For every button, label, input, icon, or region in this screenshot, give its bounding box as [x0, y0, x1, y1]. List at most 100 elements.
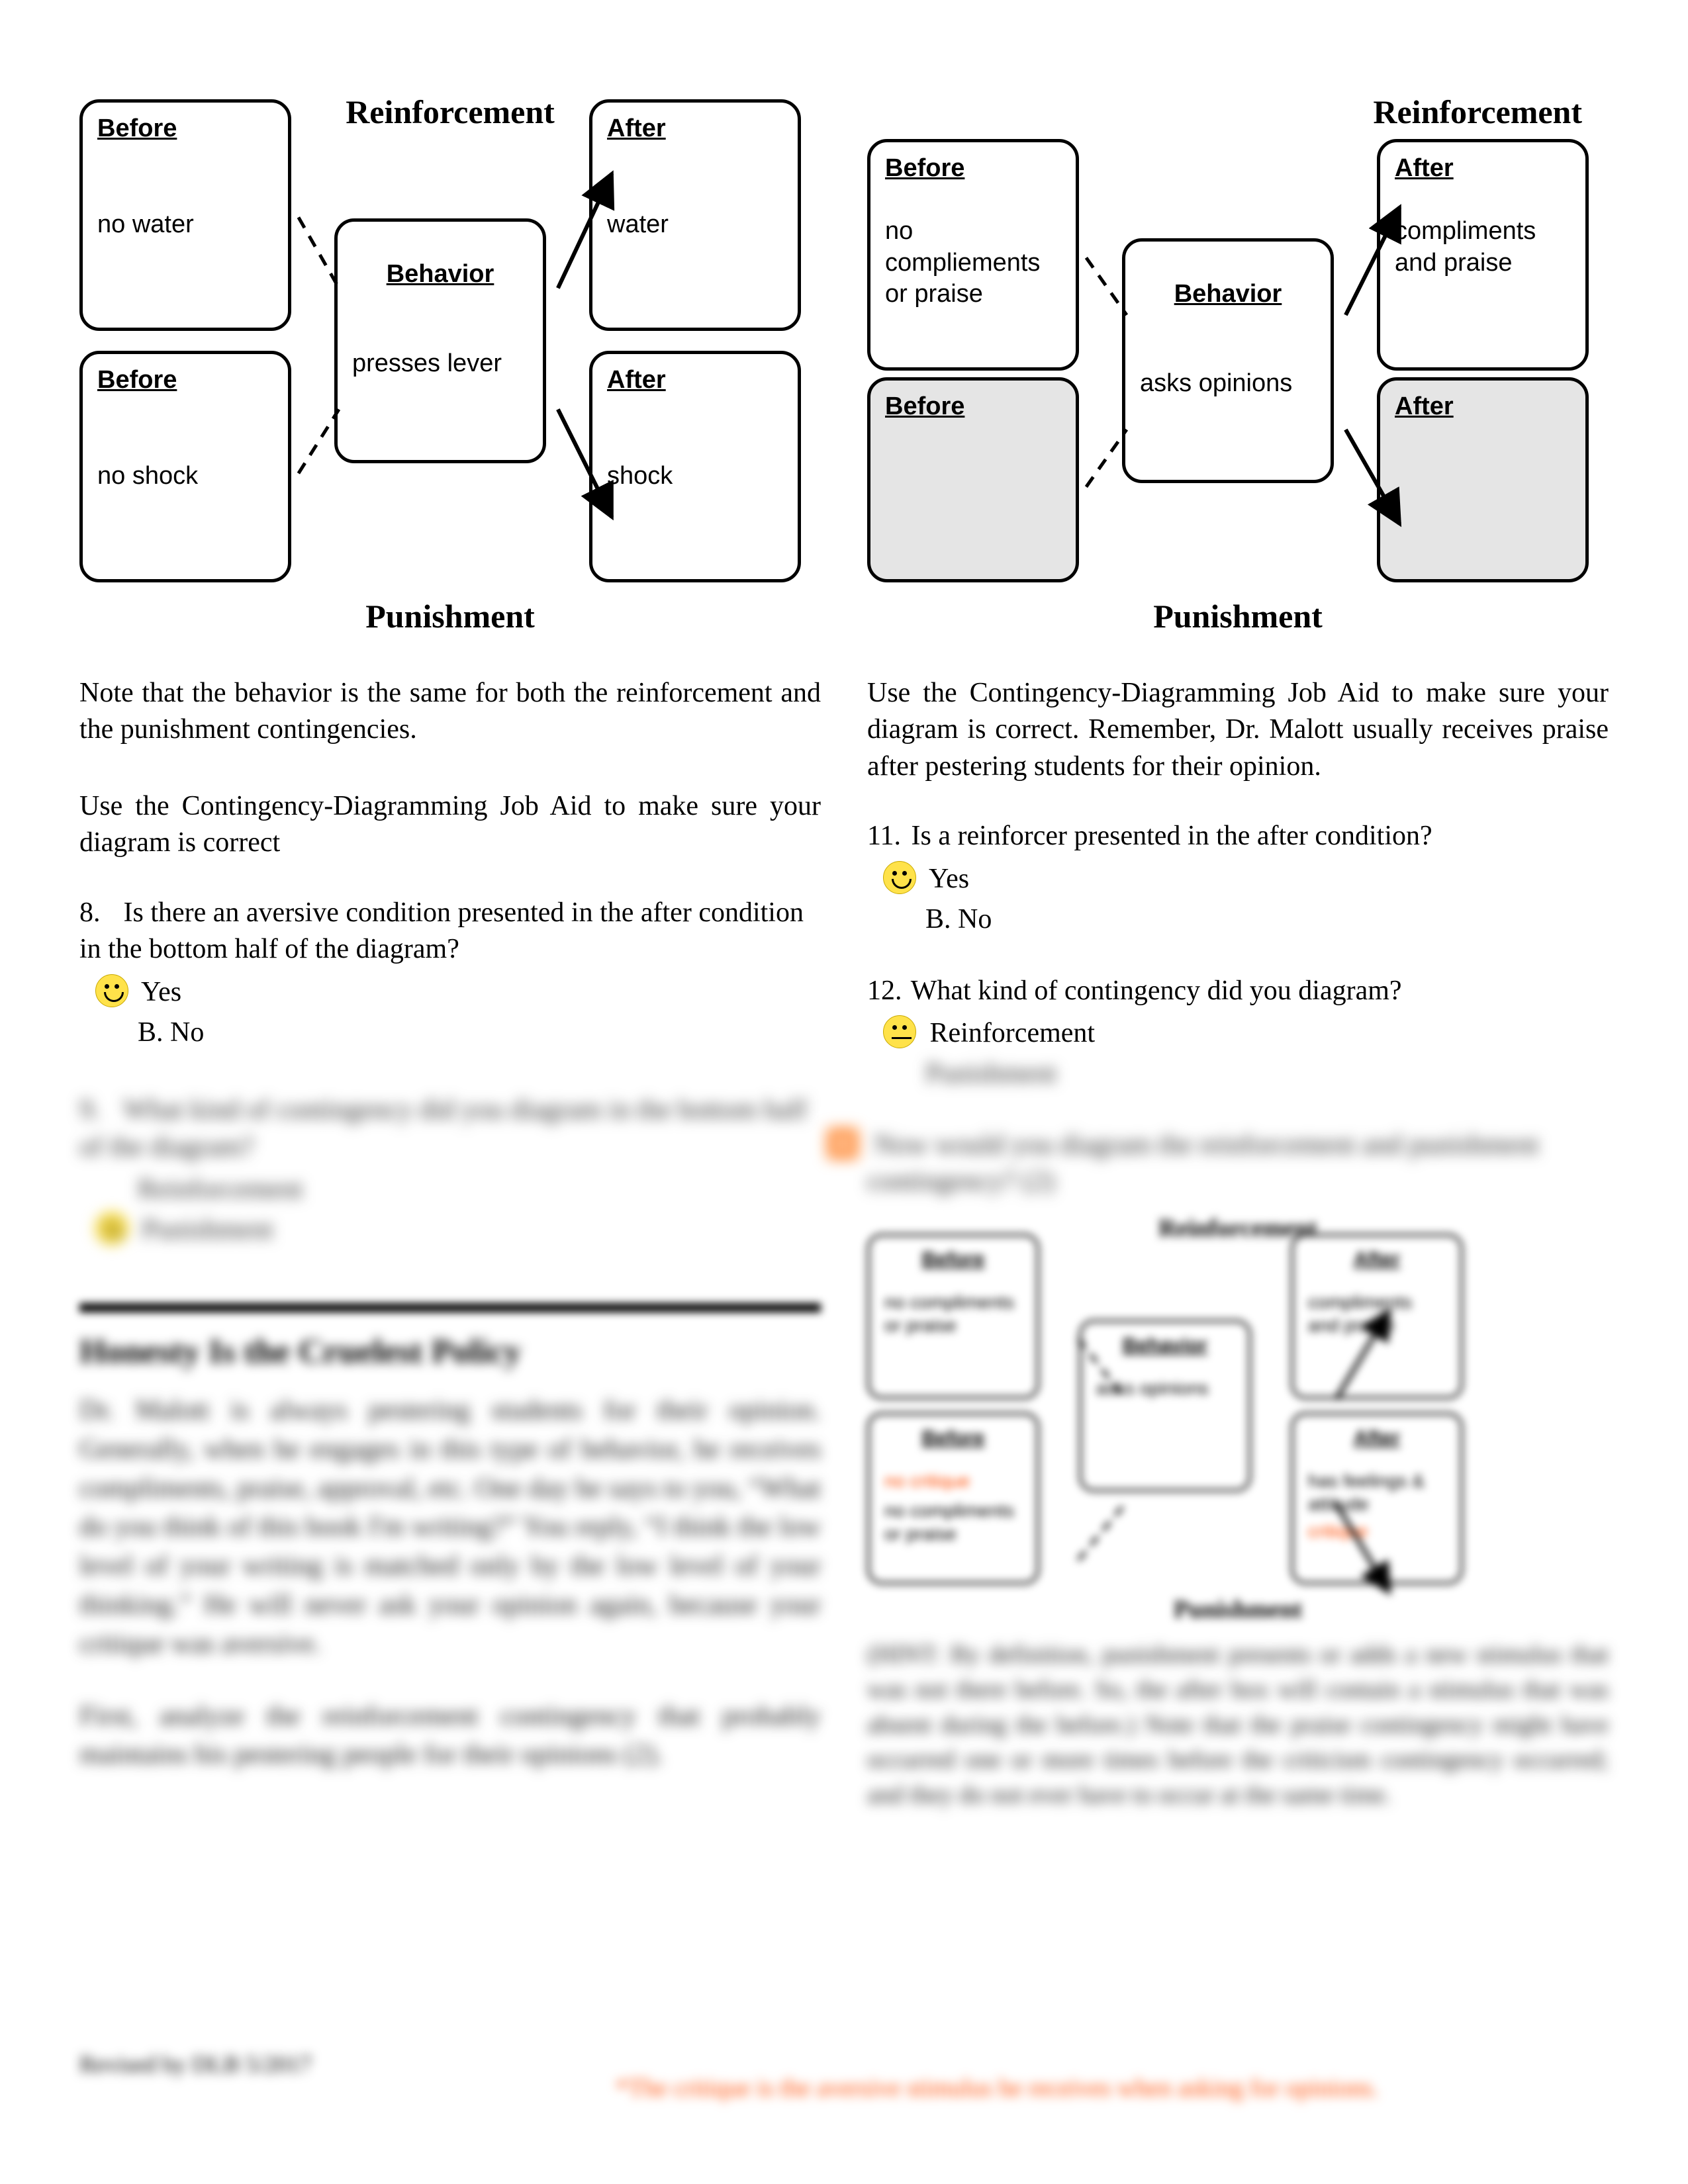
instruction-paragraph: Use the Contingency-Diagramming Job Aid …	[867, 675, 1609, 785]
after-text: shock	[607, 461, 783, 492]
after-box-top: After compliments and praise	[1377, 139, 1589, 371]
prompt-blurred: Now would you diagram the reinforcement …	[867, 1127, 1609, 1201]
before-label: Before	[885, 392, 1061, 421]
after-label: After	[607, 114, 783, 143]
smiley-icon	[883, 1015, 916, 1048]
text: no compliments or praise	[884, 1499, 1022, 1545]
text: compliments and praise	[1308, 1291, 1446, 1337]
before-text: no shock	[97, 461, 273, 492]
question-number: 11.	[867, 818, 904, 854]
instruction-paragraph: Use the Contingency-Diagramming Job Aid …	[79, 788, 821, 862]
text: has feelings & attitude	[1308, 1469, 1446, 1516]
punishment-heading: Punishment	[1153, 597, 1323, 635]
punishment-heading: Punishment	[365, 597, 535, 635]
smiley-icon	[95, 974, 128, 1007]
behavior-label: Behavior	[1140, 280, 1316, 308]
question-options: Reinforcement Punishment	[920, 1013, 1609, 1094]
behavior-box: Behavior asks opinions	[1079, 1320, 1251, 1492]
reinforcement-heading: Reinforcement	[1373, 93, 1582, 131]
question-8: 8. Is there an aversive condition presen…	[79, 895, 821, 1053]
question-options: Reinforcement Punishment	[132, 1169, 821, 1250]
two-column-layout: Reinforcement Before no water Before no …	[79, 93, 1609, 1813]
text-red: no critique	[884, 1469, 1022, 1492]
option-a-text: Yes	[141, 977, 181, 1007]
question-12: 12. What kind of contingency did you dia…	[867, 973, 1609, 1094]
option-a: Yes	[920, 859, 1609, 899]
contingency-diagram-left: Reinforcement Before no water Before no …	[79, 93, 821, 635]
question-stem: Is there an aversive condition presented…	[79, 897, 804, 964]
question-11: 11. Is a reinforcer presented in the aft…	[867, 818, 1609, 939]
option-a: Reinforcement	[920, 1013, 1609, 1054]
option-b-text: Punishment	[142, 1214, 273, 1245]
question-options: Yes B. No	[920, 859, 1609, 940]
left-column: Reinforcement Before no water Before no …	[79, 93, 821, 1813]
after-text: water	[607, 209, 783, 241]
mini-contingency-diagram-blurred: Reinforcement Before no compliments or p…	[867, 1214, 1609, 1624]
punishment-heading: Punishment	[1174, 1595, 1302, 1624]
note-paragraph: Note that the behavior is the same for b…	[79, 675, 821, 749]
behavior-box: Behavior asks opinions	[1122, 238, 1334, 483]
section-rule	[79, 1303, 821, 1312]
question-stem: What kind of contingency did you diagram…	[79, 1095, 807, 1161]
text: no compliments or praise	[884, 1291, 1022, 1337]
label: Behavior	[1096, 1334, 1234, 1357]
after-box-bottom: After shock	[589, 351, 801, 582]
label: After	[1308, 1427, 1446, 1449]
option-a-text: Reinforcement	[930, 1018, 1096, 1048]
before-box-top: Before no compliements or praise	[867, 139, 1079, 371]
smiley-icon	[95, 1212, 128, 1245]
question-number: 9.	[79, 1092, 117, 1128]
after-label: After	[1395, 154, 1571, 183]
after-box-bottom: After	[1377, 377, 1589, 582]
behavior-text: asks opinions	[1140, 368, 1316, 400]
before-text: no compliements or praise	[885, 216, 1061, 310]
footer-revision: Revised by DLB 5/2017	[79, 2050, 312, 2078]
after-box-top: After water	[589, 99, 801, 331]
option-b: B. No	[132, 1013, 821, 1053]
before-text: no water	[97, 209, 273, 241]
hint-paragraph-blurred: (HINT: By definition, punishment present…	[867, 1637, 1609, 1813]
reinforcement-heading: Reinforcement	[346, 93, 555, 131]
after-box-bottom: After has feelings & attitude critique	[1291, 1412, 1463, 1584]
before-box-top: Before no compliments or praise	[867, 1234, 1039, 1399]
option-b: Punishment	[920, 1054, 1609, 1094]
page: Reinforcement Before no water Before no …	[0, 0, 1688, 2184]
question-stem: Is a reinforcer presented in the after c…	[912, 821, 1432, 851]
behavior-label: Behavior	[352, 260, 528, 289]
before-box-bottom: Before no shock	[79, 351, 291, 582]
prompt-text: Now would you diagram the reinforcement …	[867, 1130, 1539, 1197]
after-box-top: After compliments and praise	[1291, 1234, 1463, 1399]
before-label: Before	[97, 366, 273, 394]
option-b: B. No	[920, 899, 1609, 940]
question-options: Yes B. No	[132, 972, 821, 1053]
option-a-text: Yes	[929, 864, 969, 894]
before-box-bottom: Before no critique no compliments or pra…	[867, 1412, 1039, 1584]
before-label: Before	[97, 114, 273, 143]
label: After	[1308, 1248, 1446, 1271]
footer-note: *The critique is the aversive stimulus h…	[616, 2072, 1595, 2105]
question-number: 8.	[79, 895, 117, 931]
behavior-box: Behavior presses lever	[334, 218, 546, 463]
after-label: After	[607, 366, 783, 394]
after-label: After	[1395, 392, 1571, 421]
option-a: Reinforcement	[132, 1169, 821, 1210]
x-mark-icon	[827, 1128, 858, 1159]
question-number: 12.	[867, 973, 904, 1009]
before-box-bottom: Before	[867, 377, 1079, 582]
behavior-text: presses lever	[352, 348, 528, 380]
smiley-icon	[883, 861, 916, 894]
text: asks opinions	[1096, 1377, 1234, 1400]
after-text: compliments and praise	[1395, 216, 1571, 279]
reinforcement-heading: Reinforcement	[1158, 1214, 1317, 1243]
question-10-blurred: First, analyze the reinforcement conting…	[79, 1697, 821, 1775]
before-box-top: Before no water	[79, 99, 291, 331]
contingency-diagram-right: Reinforcement Before no compliements or …	[867, 93, 1609, 635]
question-9-blurred: 9. What kind of contingency did you diag…	[79, 1092, 821, 1250]
text-red: critique	[1308, 1520, 1446, 1543]
option-a: Yes	[132, 972, 821, 1013]
story-paragraph-blurred: Dr. Malott is always pestering students …	[79, 1391, 821, 1664]
option-b: Punishment	[132, 1210, 821, 1250]
right-column: Reinforcement Before no compliements or …	[867, 93, 1609, 1813]
label: Before	[884, 1248, 1022, 1271]
section-heading-blurred: Honesty Is the Cruelest Policy	[79, 1332, 821, 1371]
